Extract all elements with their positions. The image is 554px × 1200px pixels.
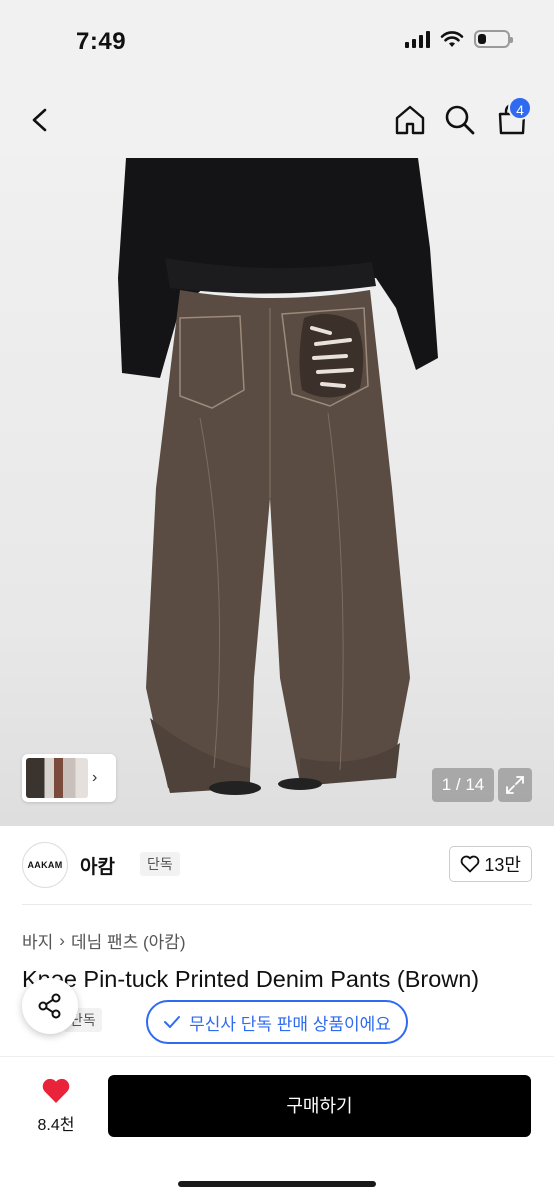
image-counter: 1 / 14 (432, 768, 494, 802)
exclusive-notice-toast: 무신사 단독 판매 상품이에요 (146, 1000, 408, 1044)
home-indicator (178, 1181, 376, 1187)
bottom-action-bar: 8.4천 구매하기 (0, 1056, 554, 1200)
chevron-right-icon: › (92, 769, 98, 786)
chevron-right-icon: › (59, 930, 65, 950)
product-image (118, 158, 438, 795)
battery-level (478, 34, 487, 44)
brand-name[interactable]: 아캄 (80, 852, 115, 879)
share-button[interactable] (22, 978, 78, 1034)
home-icon[interactable] (392, 102, 428, 138)
cart-button[interactable]: 4 (494, 96, 532, 138)
wishlist-count: 8.4천 (37, 1117, 75, 1134)
heart-outline-icon (461, 855, 480, 873)
search-icon[interactable] (442, 102, 478, 138)
expand-icon (506, 776, 524, 794)
breadcrumb-item-subcategory[interactable]: 데님 팬츠 (아캄) (71, 928, 186, 953)
status-bar: 7:49 (0, 0, 554, 82)
brand-exclusive-tag: 단독 (140, 852, 180, 876)
buy-button[interactable]: 구매하기 (108, 1075, 531, 1137)
breadcrumb: 바지 › 데님 팬츠 (아캄) (22, 928, 186, 953)
status-icons (405, 30, 513, 48)
top-nav: 4 (0, 82, 554, 158)
wishlist-button[interactable]: 8.4천 (22, 1077, 90, 1135)
brand-logo[interactable]: AAKAM (22, 842, 68, 888)
thumbnail-image (26, 758, 88, 798)
breadcrumb-item-category[interactable]: 바지 (22, 928, 53, 953)
brand-like-count: 13만 (484, 855, 521, 875)
product-image-gallery[interactable]: › 1 / 14 (0, 158, 554, 826)
status-time: 7:49 (76, 28, 127, 55)
exclusive-notice-text: 무신사 단독 판매 상품이에요 (189, 1014, 391, 1034)
heart-filled-icon (42, 1078, 70, 1103)
brand-like-button[interactable]: 13만 (449, 846, 532, 882)
wifi-icon (440, 31, 464, 47)
back-icon[interactable] (22, 102, 58, 138)
cart-count-badge: 4 (508, 96, 532, 120)
divider (22, 904, 532, 905)
brand-row: AAKAM 아캄 단독 13만 (22, 840, 532, 890)
check-icon (164, 1016, 181, 1028)
battery-icon (474, 30, 513, 48)
product-title: Knee Pin-tuck Printed Denim Pants (Brown… (22, 966, 480, 992)
thumbnail-strip-button[interactable]: › (22, 754, 116, 802)
signal-icon (405, 30, 430, 48)
expand-button[interactable] (498, 768, 532, 802)
share-icon (38, 993, 61, 1019)
